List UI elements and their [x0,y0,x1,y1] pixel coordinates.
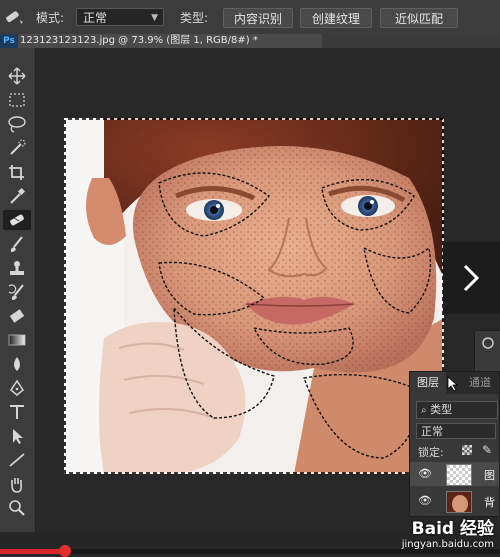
eyedropper-tool-icon[interactable] [3,186,31,206]
mode-select-value: 正常 [83,11,108,25]
layer-filter-row: ⌕ 类型 [410,400,499,419]
baidu-watermark: Baid 经验 jingyan.baidu.com [402,514,494,550]
document-tab[interactable]: 123123123123.jpg @ 73.9% (图层 1, RGB/8#) … [0,34,322,48]
spot-healing-brush-tool-icon[interactable] [3,210,31,230]
tab-channels[interactable]: 通道 [462,372,498,394]
tab-layers[interactable]: 图层 [410,372,446,394]
zoom-tool-icon[interactable] [3,498,31,518]
collapsed-panel[interactable] [474,330,500,372]
layer-name[interactable]: 背 [484,494,495,510]
photoshop-logo-icon: Ps [0,34,18,48]
layers-panel: 图层 通道 ⌕ 类型 正常 锁定: ✎ 👁 图 👁 背 [409,371,500,517]
layer-thumbnail [446,491,472,513]
crop-tool-icon[interactable] [3,162,31,182]
hand-tool-icon[interactable] [3,474,31,494]
marquee-tool-icon[interactable] [3,90,31,110]
search-icon: ⌕ [421,405,427,416]
layer-thumbnail [446,464,472,486]
watermark-main-text: Baid 经验 [411,519,494,539]
type-tool-icon[interactable] [3,402,31,422]
layer-row[interactable]: 👁 图 [410,462,499,486]
path-selection-tool-icon[interactable] [3,426,31,446]
document-tab-title: 123123123123.jpg @ 73.9% (图层 1, RGB/8#) … [20,35,258,46]
history-brush-tool-icon[interactable] [3,282,31,302]
mouse-cursor-icon [447,376,459,392]
video-progress-knob[interactable] [59,545,71,557]
document-image[interactable] [64,118,444,474]
blur-tool-icon[interactable] [3,354,31,374]
pen-tool-icon[interactable] [3,378,31,398]
lock-transparency-icon[interactable] [462,445,472,455]
lock-pixels-icon[interactable]: ✎ [482,443,492,457]
clone-stamp-tool-icon[interactable] [3,258,31,278]
line-tool-icon[interactable] [3,450,31,470]
blend-mode-row: 正常 [410,422,499,440]
tools-panel [0,48,36,532]
mode-select[interactable]: 正常 ▼ [76,8,164,26]
chevron-right-icon [463,264,480,292]
panel-icon [482,337,494,349]
layer-name[interactable]: 图 [484,467,495,483]
layer-filter-select[interactable]: ⌕ 类型 [416,401,498,419]
brush-tool-icon[interactable] [3,234,31,254]
options-bar: 模式: 正常 ▼ 类型: 内容识别 创建纹理 近似匹配 [0,0,500,35]
next-arrow-button[interactable] [443,242,500,314]
quick-selection-tool-icon[interactable] [3,138,31,158]
visibility-eye-icon[interactable]: 👁 [418,494,432,507]
video-progress-fill [0,549,65,554]
move-tool-icon[interactable] [3,66,31,86]
create-texture-button[interactable]: 创建纹理 [300,8,372,28]
content-aware-button[interactable]: 内容识别 [223,8,293,28]
lock-label: 锁定: [418,446,444,459]
lock-row: 锁定: ✎ [410,443,499,460]
mode-label: 模式: [36,11,65,25]
spot-healing-brush-tool-icon[interactable] [4,7,26,27]
type-label: 类型: [180,11,209,25]
proximity-match-button[interactable]: 近似匹配 [380,8,458,28]
layer-row[interactable]: 👁 背 [410,488,499,514]
layer-filter-value: 类型 [430,403,453,416]
visibility-eye-icon[interactable]: 👁 [418,467,432,480]
blend-mode-select[interactable]: 正常 [416,423,496,439]
watermark-url: jingyan.baidu.com [401,539,494,550]
eraser-tool-icon[interactable] [3,306,31,326]
gradient-tool-icon[interactable] [3,330,31,350]
chevron-down-icon: ▼ [151,13,158,23]
lasso-tool-icon[interactable] [3,114,31,134]
